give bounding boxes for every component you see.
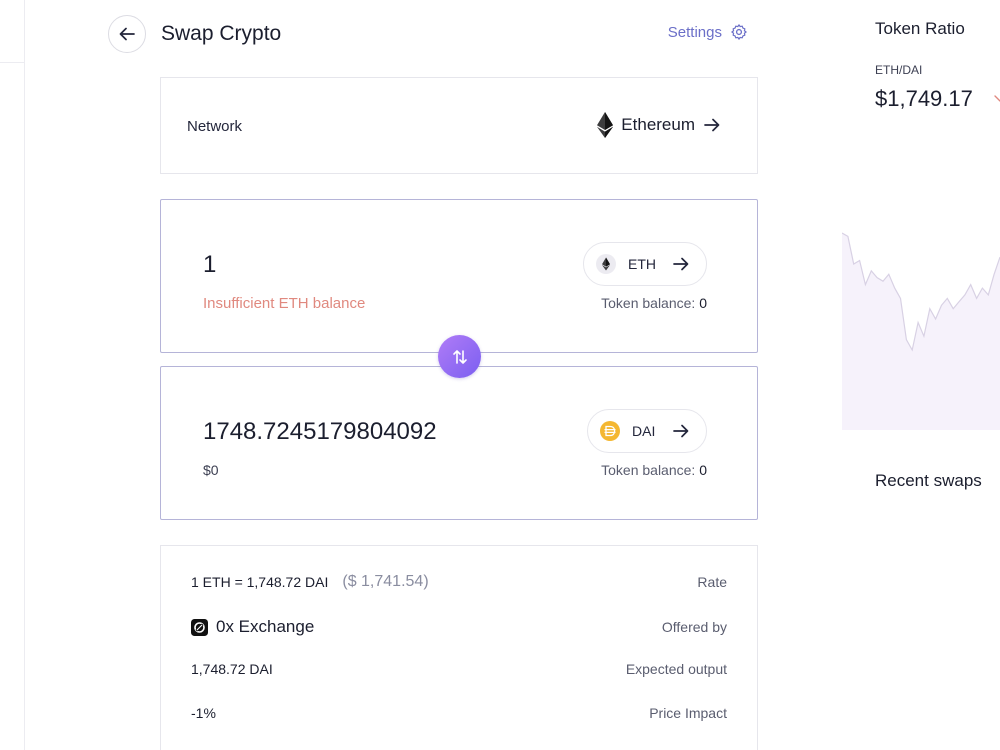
network-label: Network [187, 118, 243, 135]
left-sidebar [0, 0, 25, 750]
pair-price: $1,749.17 [875, 86, 973, 111]
price-chart-area [842, 233, 1000, 430]
to-amount-output: 1748.7245179804092 [203, 418, 437, 445]
arrow-right-icon [673, 424, 689, 438]
rate-row: 1 ETH = 1,748.72 DAI ($ 1,741.54) Rate [191, 573, 727, 591]
rate-label: Rate [697, 574, 727, 590]
eth-token-icon [596, 254, 616, 274]
to-token-symbol: DAI [632, 423, 656, 439]
from-balance-label: Token balance: [601, 295, 696, 311]
0x-logo-icon [191, 618, 208, 636]
dai-token-icon [600, 421, 620, 441]
provider-row: 0x Exchange Offered by [191, 617, 727, 637]
to-token-balance: Token balance: 0 [601, 462, 707, 478]
swap-direction-button[interactable] [438, 335, 481, 378]
sidebar-divider [0, 62, 25, 63]
to-balance-value: 0 [699, 462, 707, 478]
from-amount-input[interactable]: 1 [203, 251, 216, 279]
gear-icon [731, 24, 747, 40]
price-chart [842, 232, 1000, 430]
provider-name: 0x Exchange [216, 617, 315, 636]
arrow-right-icon [704, 118, 720, 132]
expected-output-value: 1,748.72 DAI [191, 661, 273, 677]
from-token-balance: Token balance: 0 [601, 295, 707, 311]
swap-details-card: 1 ETH = 1,748.72 DAI ($ 1,741.54) Rate 0… [160, 545, 758, 750]
expected-output-row: 1,748.72 DAI Expected output [191, 661, 727, 677]
network-selector[interactable]: Ethereum [597, 112, 721, 138]
to-token-card: 1748.7245179804092 $0 DAI Token balance:… [160, 366, 758, 520]
arrow-right-icon [673, 257, 689, 271]
to-token-selector[interactable]: DAI [587, 409, 707, 453]
to-usd-value: $0 [203, 462, 219, 478]
price-impact-row: -1% Price Impact [191, 705, 727, 721]
from-balance-value: 0 [699, 295, 707, 311]
token-ratio-title: Token Ratio [875, 19, 965, 38]
page-title: Swap Crypto [161, 22, 282, 45]
ethereum-icon [597, 112, 614, 138]
rate-value: 1 ETH = 1,748.72 DAI [191, 574, 329, 590]
price-impact-value: -1% [191, 705, 216, 721]
expected-output-label: Expected output [625, 661, 727, 677]
settings-label: Settings [667, 23, 722, 41]
pair-label: ETH/DAI [875, 63, 923, 77]
from-token-card: 1 Insufficient ETH balance ETH Token bal… [160, 199, 758, 353]
network-card: Network Ethereum [160, 77, 758, 174]
provider-label: Offered by [661, 619, 727, 635]
settings-button[interactable]: Settings [668, 23, 748, 41]
network-value: Ethereum [621, 115, 695, 134]
arrow-left-icon [119, 27, 135, 41]
swap-vertical-icon [452, 349, 467, 364]
from-token-selector[interactable]: ETH [583, 242, 707, 286]
to-balance-label: Token balance: [601, 462, 696, 478]
page-header: Swap Crypto Settings [108, 15, 748, 53]
insufficient-balance-error: Insufficient ETH balance [203, 295, 366, 312]
from-token-symbol: ETH [628, 256, 656, 272]
back-button[interactable] [108, 15, 146, 53]
recent-swaps-title: Recent swaps [875, 471, 982, 490]
token-ratio-panel: Token Ratio ETH/DAI $1,749.17 Recent swa… [842, 0, 1000, 750]
rate-usd-value: ($ 1,741.54) [342, 573, 429, 590]
price-impact-label: Price Impact [649, 705, 727, 721]
trend-down-icon [994, 95, 1000, 102]
